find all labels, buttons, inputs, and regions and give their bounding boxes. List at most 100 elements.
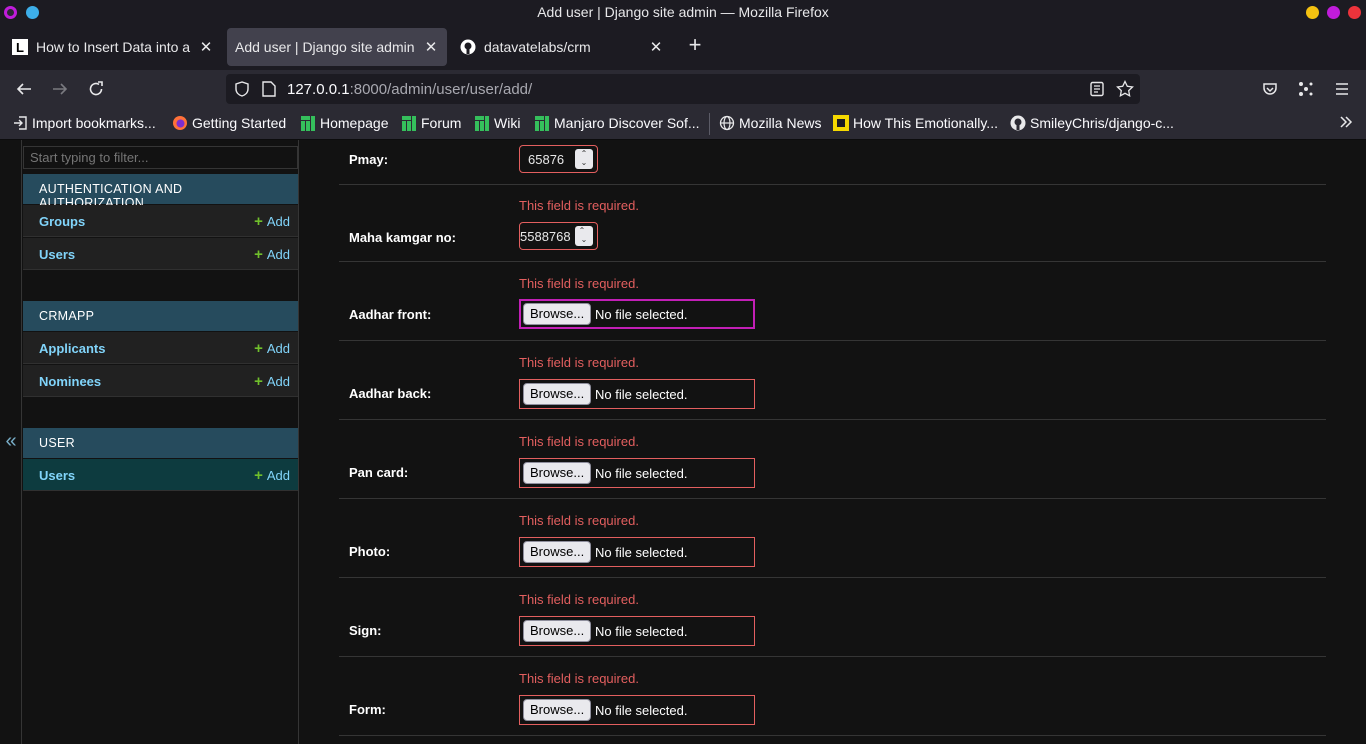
module-caption-auth[interactable]: AUTHENTICATION AND AUTHORIZATION — [23, 174, 298, 210]
add-user-users-link[interactable]: + Add — [254, 467, 290, 484]
file-status: No file selected. — [595, 387, 688, 402]
add-applicants-link[interactable]: + Add — [254, 340, 290, 357]
add-nominees-link[interactable]: + Add — [254, 373, 290, 390]
sign-file-input[interactable]: Browse... No file selected. — [519, 616, 755, 646]
aadhar-front-file-input[interactable]: Browse... No file selected. — [519, 299, 755, 329]
pocket-icon[interactable] — [1259, 78, 1281, 100]
add-label: Add — [266, 214, 290, 229]
error-message: This field is required. — [519, 592, 639, 607]
browse-button[interactable]: Browse... — [523, 303, 592, 325]
field-label: Sign: — [349, 623, 382, 638]
file-status: No file selected. — [595, 624, 688, 639]
pmay-number-input[interactable]: 65876 ⌃ ⌄ — [519, 145, 598, 173]
more-bookmarks-chevron-icon[interactable] — [1338, 114, 1354, 130]
number-spinner-icon[interactable]: ⌃ ⌄ — [575, 226, 593, 246]
browse-button[interactable]: Browse... — [523, 383, 592, 405]
form-row-aadhar-back: This field is required. Aadhar back: Bro… — [339, 341, 1326, 420]
tab-datavatelabs-crm[interactable]: datavatelabs/crm ✕ — [452, 28, 672, 66]
plus-icon: + — [254, 213, 263, 230]
sidebar-link-nominees[interactable]: Nominees — [39, 374, 101, 389]
sidebar-item-auth-users: Users + Add — [23, 238, 298, 270]
field-label: Maha kamgar no: — [349, 230, 456, 245]
bookmark-label: Manjaro Discover Sof... — [554, 115, 700, 131]
add-groups-link[interactable]: + Add — [254, 213, 290, 230]
bookmark-homepage[interactable]: Homepage — [300, 115, 389, 131]
bookmark-getting-started[interactable]: Getting Started — [172, 115, 286, 131]
maximize-button[interactable] — [1327, 6, 1340, 19]
sidebar-link-groups[interactable]: Groups — [39, 214, 85, 229]
form-file-input[interactable]: Browse... No file selected. — [519, 695, 755, 725]
extensions-icon[interactable] — [1295, 78, 1317, 100]
error-message: This field is required. — [519, 513, 639, 528]
close-tab-icon[interactable]: ✕ — [198, 38, 214, 56]
number-spinner-icon[interactable]: ⌃ ⌄ — [575, 149, 593, 169]
bookmark-smileychris[interactable]: SmileyChris/django-c... — [1010, 115, 1174, 131]
bookmark-star-icon[interactable] — [1116, 79, 1134, 103]
new-tab-button[interactable]: + — [684, 34, 706, 56]
shield-icon[interactable] — [234, 81, 250, 102]
window-titlebar: Add user | Django site admin — Mozilla F… — [0, 0, 1366, 24]
input-value: 65876 — [528, 152, 565, 167]
bookmarks-separator — [709, 113, 710, 135]
minimize-button[interactable] — [1306, 6, 1319, 19]
sidebar-link-auth-users[interactable]: Users — [39, 247, 75, 262]
file-status: No file selected. — [595, 703, 688, 718]
globe-icon — [719, 115, 735, 131]
form-row-pmay: Pmay: 65876 ⌃ ⌄ — [339, 140, 1326, 185]
reload-button[interactable] — [85, 78, 107, 100]
reader-view-icon[interactable] — [1089, 81, 1105, 102]
maha-kamgar-number-input[interactable]: 5588768 ⌃ ⌄ — [519, 222, 598, 250]
file-status: No file selected. — [595, 466, 688, 481]
nav-sidebar: AUTHENTICATION AND AUTHORIZATION Groups … — [0, 140, 299, 744]
aadhar-back-file-input[interactable]: Browse... No file selected. — [519, 379, 755, 409]
browse-button[interactable]: Browse... — [523, 699, 592, 721]
yellow-square-icon — [833, 115, 849, 131]
bookmark-label: SmileyChris/django-c... — [1030, 115, 1174, 131]
add-user-form: Pmay: 65876 ⌃ ⌄ This field is required. M… — [339, 140, 1326, 744]
sidebar-link-applicants[interactable]: Applicants — [39, 341, 105, 356]
forward-button[interactable] — [49, 78, 71, 100]
field-label: Form: — [349, 702, 386, 717]
bookmark-wiki[interactable]: Wiki — [474, 115, 520, 131]
tab-how-to-insert[interactable]: L How to Insert Data into a D ✕ — [4, 28, 222, 66]
navigation-toolbar: 127.0.0.1:8000/admin/user/user/add/ — [0, 70, 1366, 108]
field-label: Aadhar front: — [349, 307, 432, 322]
nav-filter-input[interactable] — [23, 146, 298, 169]
manjaro-icon — [401, 115, 417, 131]
close-window-button[interactable] — [1348, 6, 1361, 19]
pan-card-file-input[interactable]: Browse... No file selected. — [519, 458, 755, 488]
photo-file-input[interactable]: Browse... No file selected. — [519, 537, 755, 567]
hamburger-menu-icon[interactable] — [1331, 78, 1353, 100]
back-button[interactable] — [13, 78, 35, 100]
plus-icon: + — [254, 246, 263, 263]
bookmark-manjaro-discover[interactable]: Manjaro Discover Sof... — [534, 115, 700, 131]
tab-bar: L How to Insert Data into a D ✕ Add user… — [0, 24, 1366, 70]
close-tab-icon[interactable]: ✕ — [648, 38, 664, 56]
field-label: Photo: — [349, 544, 391, 559]
browse-button[interactable]: Browse... — [523, 541, 592, 563]
add-label: Add — [266, 374, 290, 389]
field-label: Pan card: — [349, 465, 409, 480]
manjaro-icon — [300, 115, 316, 131]
add-auth-users-link[interactable]: + Add — [254, 246, 290, 263]
browse-button[interactable]: Browse... — [523, 462, 592, 484]
input-value: 5588768 — [520, 229, 571, 244]
tab-label: How to Insert Data into a D — [36, 39, 194, 55]
bookmark-mozilla-news[interactable]: Mozilla News — [719, 115, 821, 131]
browse-button[interactable]: Browse... — [523, 620, 592, 642]
module-caption-crmapp[interactable]: CRMAPP — [23, 301, 298, 331]
sidebar-link-user-users[interactable]: Users — [39, 468, 75, 483]
error-message: This field is required. — [519, 276, 639, 291]
field-label: Aadhar back: — [349, 386, 432, 401]
bookmark-import[interactable]: Import bookmarks... — [12, 115, 156, 131]
url-bar[interactable]: 127.0.0.1:8000/admin/user/user/add/ — [226, 74, 1140, 104]
module-caption-user[interactable]: USER — [23, 428, 298, 458]
file-status: No file selected. — [595, 545, 688, 560]
url-text[interactable]: 127.0.0.1:8000/admin/user/user/add/ — [287, 81, 532, 98]
sidebar-item-nominees: Nominees + Add — [23, 365, 298, 397]
bookmark-how-this-emotionally[interactable]: How This Emotionally... — [833, 115, 998, 131]
page-info-icon[interactable] — [262, 81, 276, 102]
bookmark-forum[interactable]: Forum — [401, 115, 461, 131]
close-tab-icon[interactable]: ✕ — [423, 38, 439, 56]
tab-add-user[interactable]: Add user | Django site admin ✕ — [227, 28, 447, 66]
